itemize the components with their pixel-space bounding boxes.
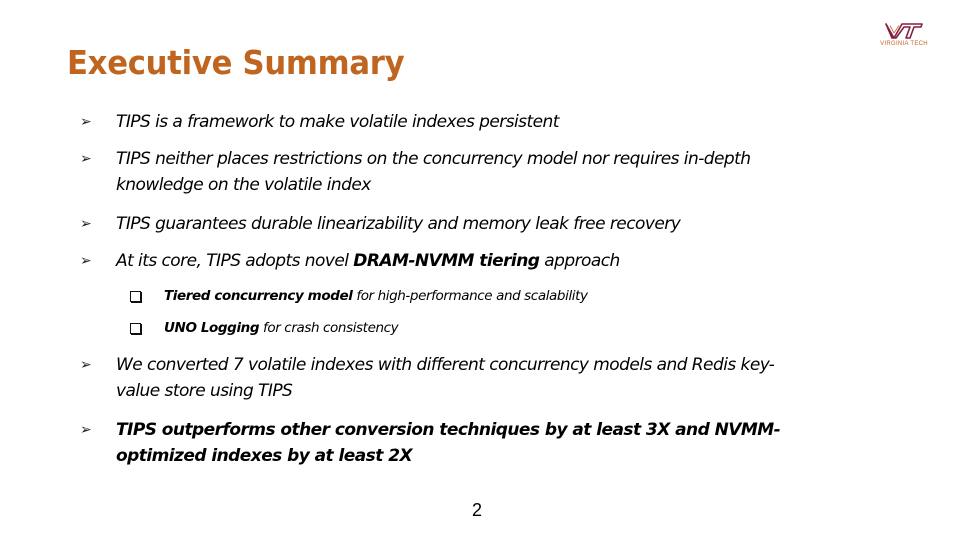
arrow-bullet-icon: ➢ (80, 151, 92, 167)
sub-bullet-bold: Tiered concurrency model (164, 288, 353, 304)
bullet-text: TIPS outperforms other conversion techni… (116, 420, 781, 466)
bullet-item: ➢ We converted 7 volatile indexes with d… (80, 352, 810, 404)
arrow-bullet-icon: ➢ (80, 422, 92, 438)
sub-bullet-bold: UNO Logging (164, 320, 260, 336)
sub-bullet-item: UNO Logging for crash consistency (130, 318, 399, 338)
bullet-item: ➢ At its core, TIPS adopts novel DRAM-NV… (80, 248, 900, 274)
bullet-text: TIPS neither places restrictions on the … (116, 149, 751, 195)
slide-title: Executive Summary (67, 43, 405, 82)
bullet-item: ➢ TIPS outperforms other conversion tech… (80, 417, 850, 469)
page-number: 2 (472, 500, 483, 520)
bullet-text: TIPS is a framework to make volatile ind… (116, 112, 559, 132)
logo-text: VIRGINIA TECH (880, 41, 928, 47)
arrow-bullet-icon: ➢ (80, 253, 92, 269)
bullet-item: ➢ TIPS guarantees durable linearizabilit… (80, 211, 900, 237)
virginia-tech-logo: VIRGINIA TECH (872, 22, 936, 54)
sub-bullet-item: Tiered concurrency model for high-perfor… (130, 286, 588, 306)
bullet-text: TIPS guarantees durable linearizability … (116, 214, 681, 234)
arrow-bullet-icon: ➢ (80, 114, 92, 130)
sub-bullet-text: for high-performance and scalability (352, 288, 588, 304)
bullet-item: ➢ TIPS is a framework to make volatile i… (80, 109, 900, 135)
checkbox-bullet-icon (130, 291, 141, 302)
bullet-text-bold: DRAM-NVMM tiering (353, 251, 540, 271)
bullet-text-suffix: approach (539, 251, 620, 271)
vt-logo-icon (885, 23, 923, 39)
arrow-bullet-icon: ➢ (80, 216, 92, 232)
bullet-text: We converted 7 volatile indexes with dif… (116, 355, 775, 401)
bullet-item: ➢ TIPS neither places restrictions on th… (80, 146, 800, 198)
bullet-text-prefix: At its core, TIPS adopts novel (116, 251, 354, 271)
checkbox-bullet-icon (130, 323, 141, 334)
arrow-bullet-icon: ➢ (80, 357, 92, 373)
sub-bullet-text: for crash consistency (259, 320, 399, 336)
bullet-text: At its core, TIPS adopts novel DRAM-NVMM… (116, 248, 900, 274)
